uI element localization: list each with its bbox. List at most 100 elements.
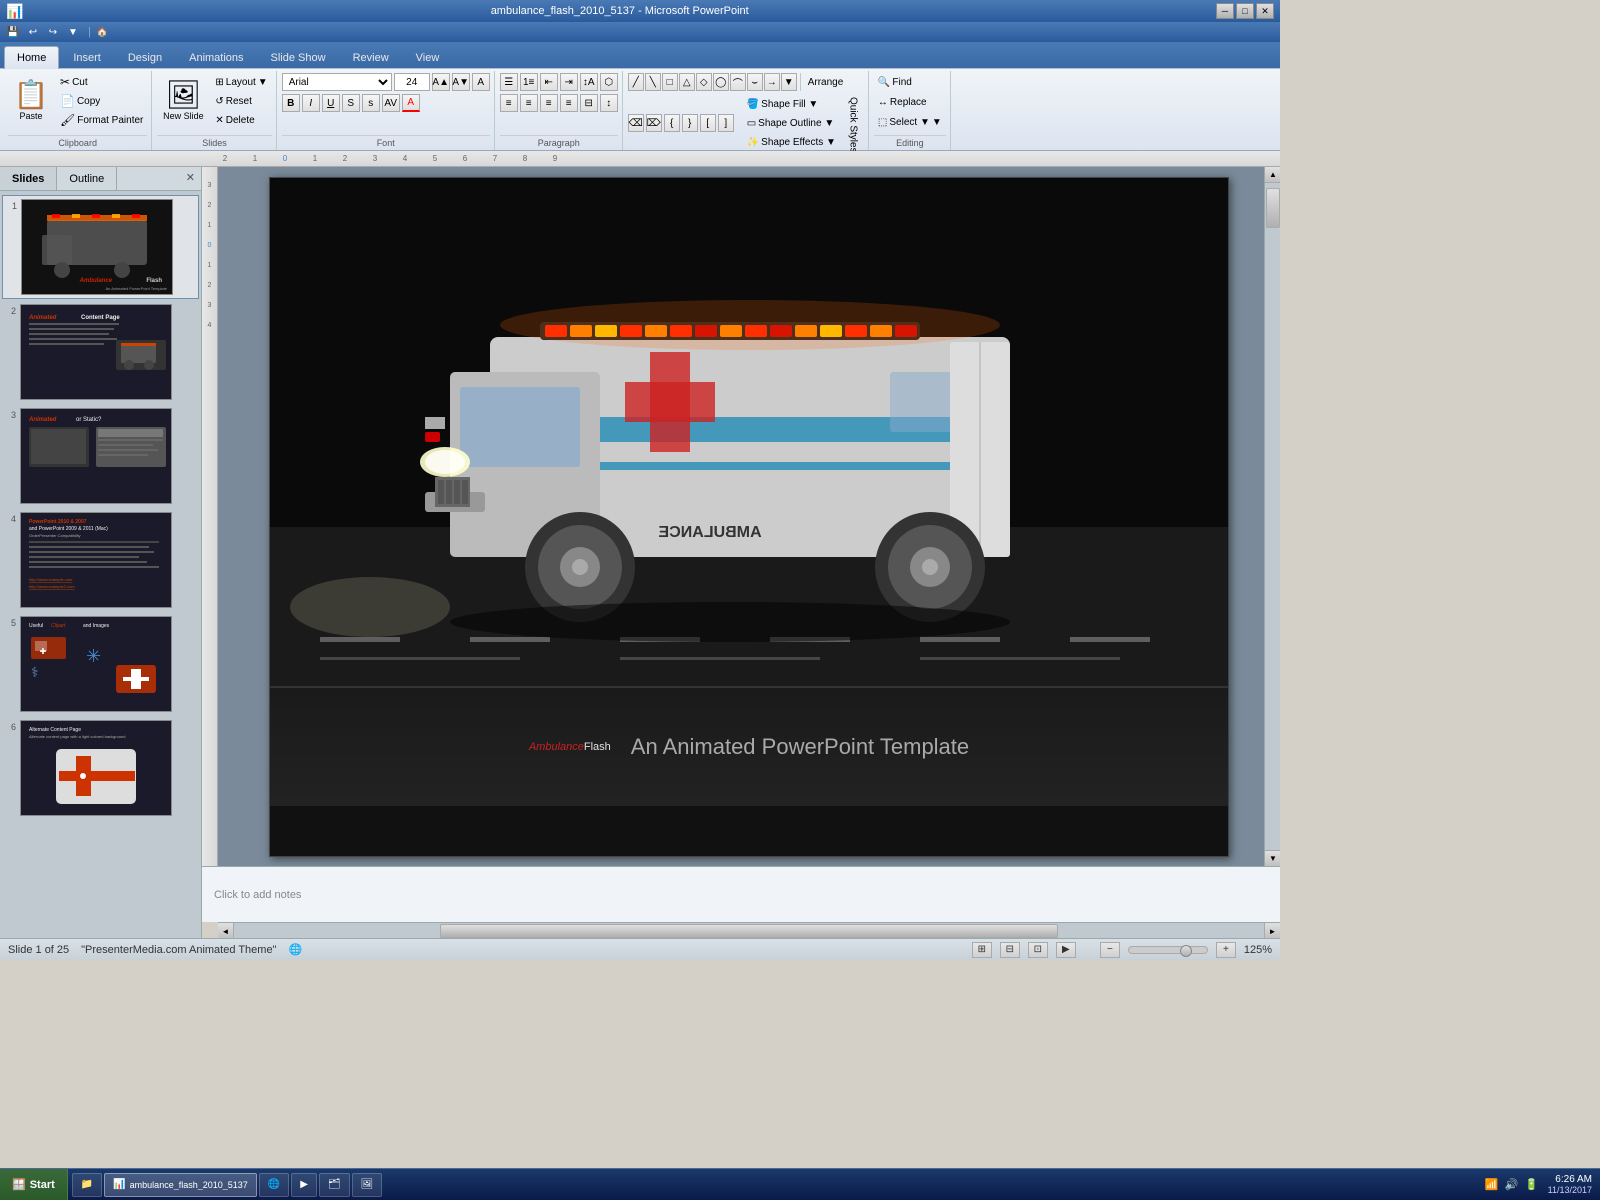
taskbar-files[interactable]: 🗂 xyxy=(319,1173,350,1197)
cut-button[interactable]: ✂ Cut xyxy=(56,73,147,91)
numbered-list-button[interactable]: 1≡ xyxy=(520,73,538,91)
close-button[interactable]: ✕ xyxy=(1256,3,1274,19)
qat-save[interactable]: 💾 xyxy=(4,24,22,40)
arrange-button[interactable]: Arrange xyxy=(804,73,848,91)
font-size-input[interactable] xyxy=(394,73,430,91)
slide-item-6[interactable]: 6 Alternate Content Page Alternate conte… xyxy=(2,717,199,819)
zoom-slider[interactable] xyxy=(1128,946,1208,954)
color-button[interactable]: A xyxy=(402,94,420,112)
replace-button[interactable]: ↔ Replace xyxy=(874,93,931,111)
slide-sorter-button[interactable]: ⊟ xyxy=(1000,942,1020,958)
taskbar-media[interactable]: ▶ xyxy=(291,1173,317,1197)
slide-item-4[interactable]: 4 PowerPoint 2010 & 2007 and PowerPoint … xyxy=(2,509,199,611)
justify-button[interactable]: ≡ xyxy=(560,94,578,112)
scroll-left-button[interactable]: ◄ xyxy=(218,923,234,938)
shape-9[interactable]: → xyxy=(764,73,780,91)
shadow-button[interactable]: s xyxy=(362,94,380,112)
bold-button[interactable]: B xyxy=(282,94,300,112)
strikethrough-button[interactable]: S xyxy=(342,94,360,112)
normal-view-button[interactable]: ⊞ xyxy=(972,942,992,958)
shape-effects-button[interactable]: ✨ Shape Effects ▼ xyxy=(743,133,840,151)
delete-button[interactable]: ✕ Delete xyxy=(211,111,271,129)
h-scroll-thumb[interactable] xyxy=(440,924,1058,938)
scroll-thumb[interactable] xyxy=(1266,188,1280,228)
shape-7[interactable]: ⌒ xyxy=(730,73,746,91)
shape-14[interactable]: [ xyxy=(700,114,716,132)
col-button[interactable]: ⊟ xyxy=(580,94,598,112)
scroll-right-button[interactable]: ► xyxy=(1264,923,1280,938)
new-slide-button[interactable]: 🖼 New Slide xyxy=(157,73,209,129)
font-clear-button[interactable]: A xyxy=(472,73,490,91)
scroll-down-button[interactable]: ▼ xyxy=(1265,850,1280,866)
zoom-slider-thumb[interactable] xyxy=(1180,945,1192,957)
reset-button[interactable]: ↺ Reset xyxy=(211,92,271,110)
align-right-button[interactable]: ≡ xyxy=(540,94,558,112)
titlebar-controls[interactable]: ─ □ ✕ xyxy=(1216,3,1274,19)
convert-smartart-button[interactable]: ⬡ xyxy=(600,73,618,91)
shape-fill-button[interactable]: 🪣 Shape Fill ▼ xyxy=(743,95,840,113)
shape-11[interactable]: ⌦ xyxy=(646,114,662,132)
shape-4[interactable]: △ xyxy=(679,73,695,91)
line-spacing-button[interactable]: ↕ xyxy=(600,94,618,112)
tab-view[interactable]: View xyxy=(403,46,453,68)
underline-button[interactable]: U xyxy=(322,94,340,112)
clock[interactable]: 6:26 AM 11/13/2017 xyxy=(1548,1174,1592,1195)
paste-button[interactable]: 📋 Paste xyxy=(8,73,54,129)
italic-button[interactable]: I xyxy=(302,94,320,112)
shape-2[interactable]: ╲ xyxy=(645,73,661,91)
format-painter-button[interactable]: 🖌 Format Painter xyxy=(56,111,147,129)
zoom-out-button[interactable]: − xyxy=(1100,942,1120,958)
qat-undo[interactable]: ↩ xyxy=(24,24,42,40)
font-family-select[interactable]: Arial xyxy=(282,73,392,91)
qat-more[interactable]: ▼ xyxy=(64,24,82,40)
taskbar-window6[interactable]: 🖼 xyxy=(352,1173,383,1197)
shape-outline-button[interactable]: ▭ Shape Outline ▼ xyxy=(743,114,840,132)
slideshow-button[interactable]: ▶ xyxy=(1056,942,1076,958)
taskbar-explorer[interactable]: 📁 xyxy=(72,1173,102,1197)
notes-placeholder[interactable]: Click to add notes xyxy=(214,889,301,901)
shape-6[interactable]: ◯ xyxy=(713,73,729,91)
slides-tab[interactable]: Slides xyxy=(0,167,57,190)
layout-button[interactable]: ⊞ Layout ▼ xyxy=(211,73,271,91)
tab-insert[interactable]: Insert xyxy=(60,46,114,68)
shape-5[interactable]: ◇ xyxy=(696,73,712,91)
shape-13[interactable]: } xyxy=(682,114,698,132)
shape-1[interactable]: ╱ xyxy=(628,73,644,91)
slide-item-3[interactable]: 3 Animated or Static? xyxy=(2,405,199,507)
panel-close-button[interactable]: ✕ xyxy=(180,167,201,190)
font-increase-button[interactable]: A▲ xyxy=(432,73,450,91)
outline-tab[interactable]: Outline xyxy=(57,167,117,190)
reading-view-button[interactable]: ⊡ xyxy=(1028,942,1048,958)
tab-home[interactable]: Home xyxy=(4,46,59,69)
tab-slideshow[interactable]: Slide Show xyxy=(258,46,339,68)
align-left-button[interactable]: ≡ xyxy=(500,94,518,112)
shape-10[interactable]: ⌫ xyxy=(628,114,644,132)
vertical-scrollbar[interactable]: ▲ ▼ xyxy=(1264,167,1280,866)
tab-animations[interactable]: Animations xyxy=(176,46,256,68)
shape-15[interactable]: ] xyxy=(718,114,734,132)
maximize-button[interactable]: □ xyxy=(1236,3,1254,19)
bullet-list-button[interactable]: ☰ xyxy=(500,73,518,91)
scroll-up-button[interactable]: ▲ xyxy=(1265,167,1280,183)
quick-styles-button[interactable]: Quick Styles xyxy=(842,95,864,151)
start-button[interactable]: 🪟 Start xyxy=(0,1169,68,1200)
increase-indent-button[interactable]: ⇥ xyxy=(560,73,578,91)
qat-redo[interactable]: ↪ xyxy=(44,24,62,40)
decrease-indent-button[interactable]: ⇤ xyxy=(540,73,558,91)
select-button[interactable]: ⬚ Select ▼ ▼ xyxy=(874,113,946,131)
spacing-button[interactable]: AV xyxy=(382,94,400,112)
shape-12[interactable]: { xyxy=(664,114,680,132)
tab-review[interactable]: Review xyxy=(340,46,402,68)
slide-item-1[interactable]: 1 xyxy=(2,195,199,299)
slide-item-5[interactable]: 5 Useful Clipart and Images ✚ xyxy=(2,613,199,715)
taskbar-firefox[interactable]: 🌐 xyxy=(259,1173,289,1197)
find-button[interactable]: 🔍 Find xyxy=(874,73,916,91)
align-center-button[interactable]: ≡ xyxy=(520,94,538,112)
minimize-button[interactable]: ─ xyxy=(1216,3,1234,19)
tab-design[interactable]: Design xyxy=(115,46,175,68)
slide-item-2[interactable]: 2 Animated Content Page xyxy=(2,301,199,403)
copy-button[interactable]: 📄 Copy xyxy=(56,92,147,110)
notes-area[interactable]: Click to add notes xyxy=(202,866,1280,922)
font-decrease-button[interactable]: A▼ xyxy=(452,73,470,91)
shape-3[interactable]: □ xyxy=(662,73,678,91)
